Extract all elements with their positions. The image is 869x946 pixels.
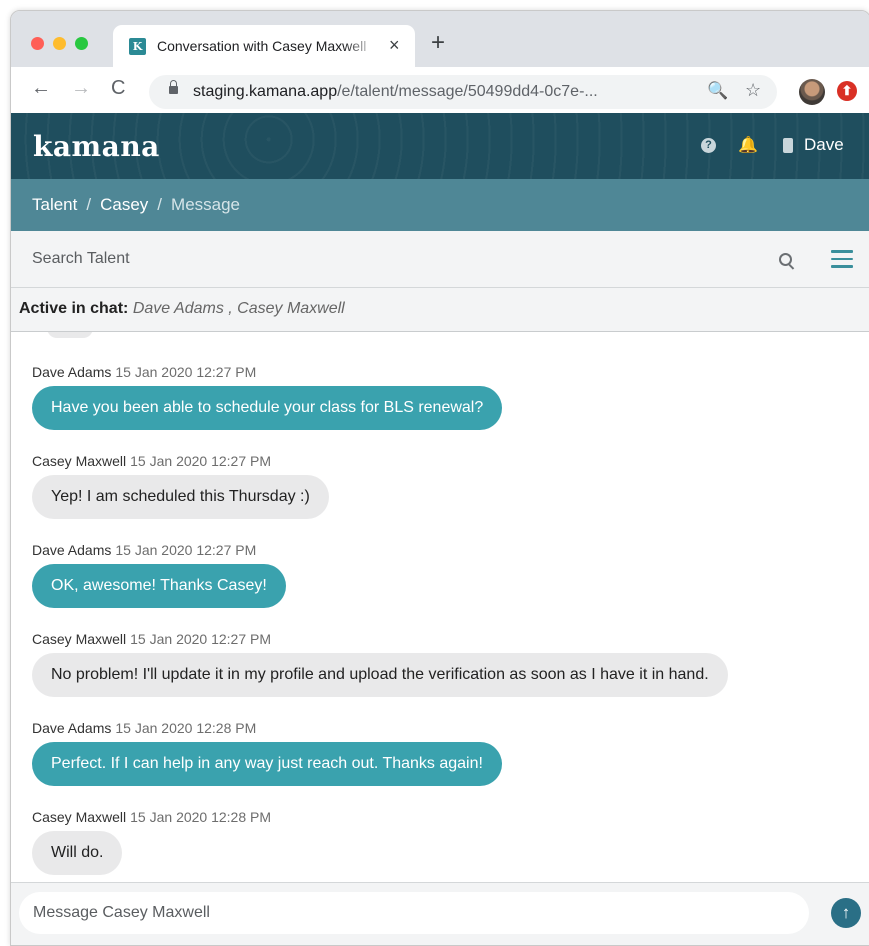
kamana-favicon-icon: K bbox=[129, 38, 146, 55]
user-badge-icon[interactable] bbox=[783, 138, 793, 153]
address-bar[interactable]: staging.kamana.app/e/talent/message/5049… bbox=[149, 75, 777, 109]
message-item: Casey Maxwell 15 Jan 2020 12:28 PM Will d… bbox=[32, 809, 271, 875]
message-time: 15 Jan 2020 12:28 PM bbox=[130, 809, 272, 825]
message-time: 15 Jan 2020 12:27 PM bbox=[115, 364, 257, 380]
message-meta: Dave Adams 15 Jan 2020 12:27 PM bbox=[32, 542, 286, 558]
search-bar bbox=[11, 231, 869, 288]
star-icon[interactable]: ☆ bbox=[745, 80, 761, 101]
close-tab-icon[interactable]: × bbox=[389, 35, 400, 56]
maximize-window-button[interactable] bbox=[75, 37, 88, 50]
message-author: Dave Adams bbox=[32, 364, 112, 380]
hamburger-menu-icon[interactable] bbox=[831, 250, 853, 268]
bell-icon[interactable]: 🔔 bbox=[738, 135, 758, 155]
message-author: Casey Maxwell bbox=[32, 453, 127, 469]
message-meta: Dave Adams 15 Jan 2020 12:27 PM bbox=[32, 364, 502, 380]
profile-avatar[interactable] bbox=[799, 79, 825, 105]
send-button[interactable]: ↑ bbox=[831, 898, 861, 928]
close-window-button[interactable] bbox=[31, 37, 44, 50]
message-author: Casey Maxwell bbox=[32, 631, 127, 647]
message-meta: Dave Adams 15 Jan 2020 12:28 PM bbox=[32, 720, 502, 736]
message-meta: Casey Maxwell 15 Jan 2020 12:28 PM bbox=[32, 809, 271, 825]
message-bubble-sent: Perfect. If I can help in any way just r… bbox=[32, 742, 502, 786]
message-bubble-received: No problem! I'll update it in my profile… bbox=[32, 653, 728, 697]
search-icon[interactable] bbox=[779, 253, 792, 266]
message-item: Casey Maxwell 15 Jan 2020 12:27 PM Yep! I… bbox=[32, 453, 329, 519]
message-item: Casey Maxwell 15 Jan 2020 12:27 PM No pro… bbox=[32, 631, 728, 697]
message-bubble-received: Will do. bbox=[32, 831, 123, 875]
message-author: Dave Adams bbox=[32, 542, 112, 558]
message-meta: Casey Maxwell 15 Jan 2020 12:27 PM bbox=[32, 453, 329, 469]
message-bubble-received: Yep! I am scheduled this Thursday :) bbox=[32, 475, 329, 519]
message-time: 15 Jan 2020 12:28 PM bbox=[115, 720, 257, 736]
url-text[interactable]: staging.kamana.app/e/talent/message/5049… bbox=[193, 83, 598, 101]
active-in-chat-bar: Active in chat: Dave Adams , Casey Maxwe… bbox=[11, 288, 869, 332]
message-time: 15 Jan 2020 12:27 PM bbox=[130, 453, 272, 469]
message-time: 15 Jan 2020 12:27 PM bbox=[115, 542, 257, 558]
help-icon[interactable]: ? bbox=[701, 138, 716, 153]
lock-icon[interactable] bbox=[169, 80, 178, 94]
reload-icon[interactable]: C bbox=[111, 77, 125, 100]
menu-line bbox=[831, 265, 853, 268]
tab-strip: K Conversation with Casey Maxwell × + bbox=[11, 11, 869, 67]
url-host: staging.kamana.app bbox=[193, 83, 338, 100]
message-bubble-partial bbox=[47, 332, 93, 338]
kamana-logo[interactable]: kamana bbox=[33, 130, 160, 163]
message-time: 15 Jan 2020 12:27 PM bbox=[130, 631, 272, 647]
message-item: Dave Adams 15 Jan 2020 12:28 PM Perfect. … bbox=[32, 720, 502, 786]
message-bubble-sent: Have you been able to schedule your clas… bbox=[32, 386, 503, 430]
active-in-chat-names: Dave Adams , Casey Maxwell bbox=[132, 300, 345, 317]
new-tab-button[interactable]: + bbox=[431, 29, 445, 57]
breadcrumb-message: Message bbox=[171, 195, 241, 214]
message-item: Dave Adams 15 Jan 2020 12:27 PM OK, aweso… bbox=[32, 542, 286, 608]
browser-window: K Conversation with Casey Maxwell × + ← … bbox=[10, 10, 869, 946]
forward-icon[interactable]: → bbox=[71, 77, 91, 100]
message-author: Casey Maxwell bbox=[32, 809, 127, 825]
tab-title: Conversation with Casey Maxwell bbox=[157, 38, 367, 54]
message-author: Dave Adams bbox=[32, 720, 112, 736]
breadcrumb-bar: Talent / Casey / Message bbox=[11, 179, 869, 231]
breadcrumb-separator: / bbox=[86, 195, 92, 214]
url-path: /e/talent/message/50499dd4-0c7e-... bbox=[337, 83, 598, 100]
breadcrumb: Talent / Casey / Message bbox=[32, 195, 240, 215]
zoom-icon[interactable]: 🔍 bbox=[707, 81, 728, 101]
menu-line bbox=[831, 257, 853, 260]
message-item: Dave Adams 15 Jan 2020 12:27 PM Have you … bbox=[32, 364, 503, 430]
breadcrumb-separator: / bbox=[157, 195, 163, 214]
active-in-chat-label: Active in chat: bbox=[19, 300, 129, 317]
message-bubble-sent: OK, awesome! Thanks Casey! bbox=[32, 564, 286, 608]
search-talent-input[interactable] bbox=[32, 246, 632, 272]
back-icon[interactable]: ← bbox=[31, 77, 51, 100]
active-in-chat: Active in chat: Dave Adams , Casey Maxwe… bbox=[19, 300, 345, 318]
minimize-window-button[interactable] bbox=[53, 37, 66, 50]
browser-toolbar: ← → C staging.kamana.app/e/talent/messag… bbox=[11, 67, 869, 113]
menu-line bbox=[831, 250, 853, 253]
browser-tab[interactable]: K Conversation with Casey Maxwell × bbox=[113, 25, 415, 67]
message-meta: Casey Maxwell 15 Jan 2020 12:27 PM bbox=[32, 631, 728, 647]
breadcrumb-casey[interactable]: Casey bbox=[100, 195, 148, 214]
extension-icon[interactable]: ⬆ bbox=[837, 81, 857, 101]
message-input[interactable] bbox=[19, 892, 809, 934]
compose-bar: ↑ bbox=[11, 882, 869, 945]
message-list[interactable]: Dave Adams 15 Jan 2020 12:27 PM Have you … bbox=[11, 332, 869, 882]
breadcrumb-talent[interactable]: Talent bbox=[32, 195, 77, 214]
app-header: kamana ? 🔔 Dave bbox=[11, 113, 869, 179]
user-menu[interactable]: Dave bbox=[804, 135, 844, 155]
